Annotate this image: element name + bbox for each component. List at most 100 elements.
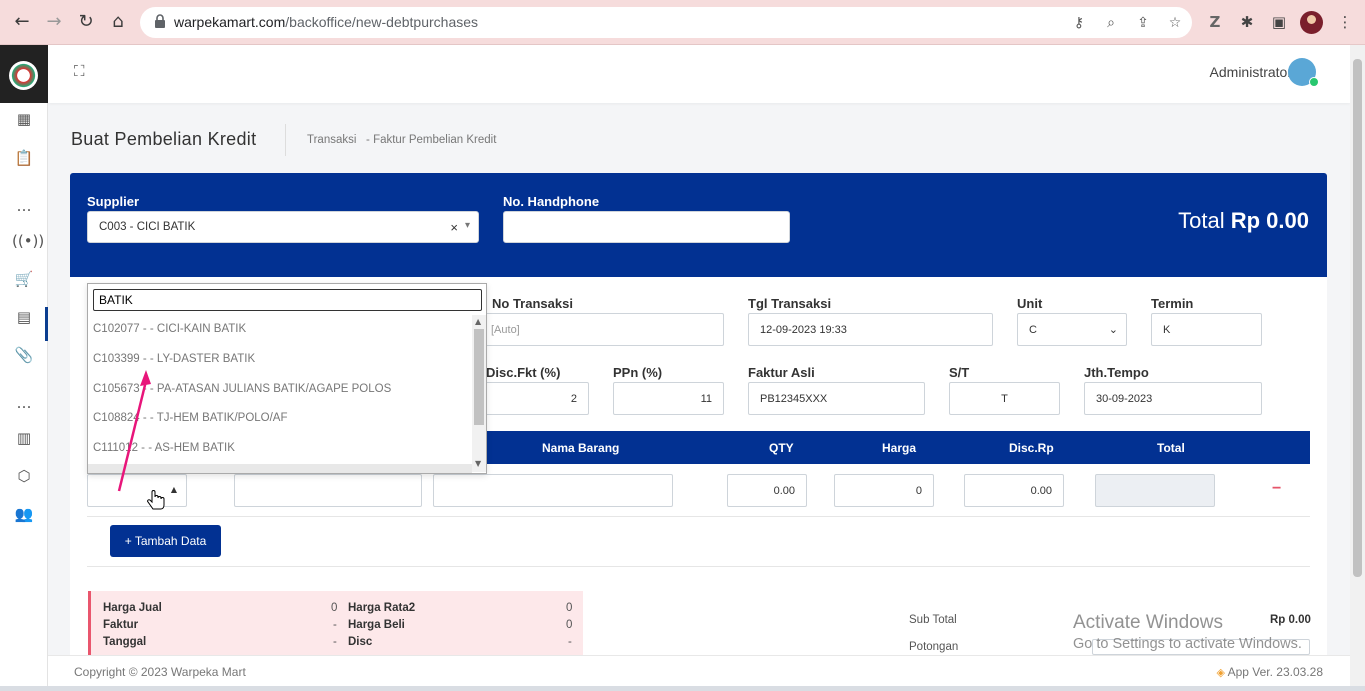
dropdown-search-input[interactable]: BATIK: [93, 289, 482, 311]
add-row-button[interactable]: + Tambah Data: [110, 525, 221, 557]
disc-label: Disc: [348, 636, 373, 648]
layers-icon: ◈: [1216, 666, 1225, 679]
broadcast-icon[interactable]: ((•)): [12, 230, 44, 252]
no-transaksi-label: No Transaksi: [492, 296, 573, 311]
page-title: Buat Pembelian Kredit: [71, 129, 257, 149]
puzzle-icon[interactable]: ✱: [1237, 12, 1257, 32]
key-icon[interactable]: ⚷: [1069, 13, 1089, 33]
section-divider: [87, 566, 1310, 567]
qty-input[interactable]: 0.00: [727, 474, 807, 507]
row-divider: [87, 516, 1310, 517]
box-icon[interactable]: ⬡: [12, 465, 36, 487]
user-name[interactable]: Administrator: [1210, 64, 1292, 80]
jth-tempo-label: Jth.Tempo: [1084, 365, 1149, 380]
item-code-caret-icon: ▲: [170, 485, 177, 494]
home-icon[interactable]: ⌂: [107, 11, 129, 33]
dropdown-option[interactable]: C108824 - - TJ-HEM BATIK/POLO/AF: [93, 412, 288, 424]
book-icon[interactable]: ▥: [12, 427, 36, 449]
remove-row-button[interactable]: −: [1272, 480, 1281, 498]
ppn-input[interactable]: 11: [613, 382, 724, 415]
phone-input[interactable]: [503, 211, 790, 243]
item-code-select[interactable]: ▲: [87, 474, 187, 507]
fullscreen-icon[interactable]: ⛶: [74, 62, 90, 80]
paperclip-icon[interactable]: 📎: [12, 344, 36, 366]
page-scroll-thumb[interactable]: [1353, 59, 1362, 577]
disc-fkt-label: Disc.Fkt (%): [486, 365, 561, 380]
th-qty: QTY: [769, 441, 794, 455]
users-icon[interactable]: 👥: [12, 503, 36, 525]
forward-icon[interactable]: →: [43, 11, 65, 33]
logo-area: [0, 45, 48, 103]
page-scrollbar[interactable]: [1350, 45, 1365, 691]
window-bottom-border: [0, 686, 1365, 691]
receipt-icon[interactable]: ▤: [12, 306, 36, 328]
zoom-icon[interactable]: ⌕: [1101, 13, 1121, 33]
harga-jual-value: 0: [331, 602, 338, 614]
clipboard-icon[interactable]: 📋: [12, 147, 36, 169]
disc-rp-input[interactable]: 0.00: [964, 474, 1064, 507]
top-header: ⛶ Administrator: [48, 45, 1350, 103]
breadcrumb: Transaksi - Faktur Pembelian Kredit: [307, 134, 496, 146]
breadcrumb-transaksi[interactable]: Transaksi: [307, 134, 356, 146]
dropdown-scroll-thumb[interactable]: [474, 329, 484, 425]
sub-total-label: Sub Total: [909, 614, 957, 626]
th-harga: Harga: [882, 441, 917, 455]
th-nama-barang: Nama Barang: [542, 441, 620, 455]
breadcrumb-current: Faktur Pembelian Kredit: [373, 134, 497, 146]
scroll-down-icon[interactable]: ▼: [475, 459, 481, 468]
tgl-transaksi-input[interactable]: 12-09-2023 19:33: [748, 313, 993, 346]
supplier-clear-icon[interactable]: ×: [450, 220, 458, 235]
address-bar[interactable]: warpekamart.com/backoffice/new-debtpurch…: [140, 7, 1192, 38]
disc-fkt-input[interactable]: 2: [480, 382, 589, 415]
url-path: /backoffice/new-debtpurchases: [285, 14, 479, 30]
dropdown-partial-option: [88, 464, 472, 473]
no-transaksi-input[interactable]: [Auto]: [480, 313, 724, 346]
dashboard-icon[interactable]: ▦: [12, 108, 36, 130]
item-barcode-input[interactable]: [234, 474, 422, 507]
dropdown-option[interactable]: C105673 - - PA-ATASAN JULIANS BATIK/AGAP…: [93, 383, 391, 395]
harga-rata2-label: Harga Rata2: [348, 602, 416, 614]
grand-total: Total Rp 0.00: [1178, 208, 1309, 234]
user-avatar[interactable]: [1288, 58, 1319, 87]
item-name-input[interactable]: [433, 474, 673, 507]
cart-icon[interactable]: 🛒: [12, 268, 36, 290]
harga-beli-value: 0: [566, 619, 573, 631]
supplier-caret-icon[interactable]: ▾: [465, 220, 470, 231]
copyright-text: Copyright © 2023 Warpeka Mart: [74, 665, 246, 679]
bookmark-star-icon[interactable]: ☆: [1165, 13, 1185, 33]
reload-icon[interactable]: ↻: [75, 11, 97, 33]
version-info: ◈ App Ver. 23.03.28: [1216, 665, 1323, 679]
dropdown-option[interactable]: C103399 - - LY-DASTER BATIK: [93, 353, 255, 365]
jth-tempo-input[interactable]: 30-09-2023: [1084, 382, 1262, 415]
total-label: Total: [1178, 208, 1225, 233]
more-dots-icon: …: [16, 197, 32, 215]
dropdown-scrollbar[interactable]: ▲ ▼: [472, 315, 486, 472]
extension-z-icon[interactable]: Z: [1205, 12, 1225, 32]
dropdown-option[interactable]: C111012 - - AS-HEM BATIK: [93, 442, 235, 454]
tanggal-label: Tanggal: [103, 636, 147, 648]
version-text: App Ver. 23.03.28: [1227, 665, 1323, 679]
footer: Copyright © 2023 Warpeka Mart ◈ App Ver.…: [48, 655, 1350, 686]
title-divider: [285, 124, 286, 156]
harga-beli-label: Harga Beli: [348, 619, 405, 631]
st-label: S/T: [949, 365, 970, 380]
activate-windows-title: Activate Windows: [1073, 612, 1223, 633]
st-input[interactable]: T: [949, 382, 1060, 415]
tanggal-value: -: [333, 636, 337, 648]
harga-rata2-value: 0: [566, 602, 573, 614]
back-icon[interactable]: ←: [11, 11, 33, 33]
brand-logo[interactable]: [9, 61, 38, 90]
unit-select[interactable]: C ⌄: [1017, 313, 1127, 346]
faktur-value: -: [333, 619, 337, 631]
sidepanel-icon[interactable]: ▣: [1269, 12, 1289, 32]
browser-profile-avatar[interactable]: [1300, 11, 1323, 34]
dropdown-option[interactable]: C102077 - - CICI-KAIN BATIK: [93, 323, 246, 335]
share-icon[interactable]: ⇪: [1133, 13, 1153, 33]
scroll-up-icon[interactable]: ▲: [475, 317, 481, 326]
faktur-asli-input[interactable]: PB12345XXX: [748, 382, 925, 415]
harga-input[interactable]: 0: [834, 474, 934, 507]
termin-input[interactable]: K: [1151, 313, 1262, 346]
supplier-select[interactable]: C003 - CICI BATIK × ▾: [87, 211, 479, 243]
harga-jual-label: Harga Jual: [103, 602, 162, 614]
browser-menu-icon[interactable]: ⋮: [1335, 12, 1355, 32]
